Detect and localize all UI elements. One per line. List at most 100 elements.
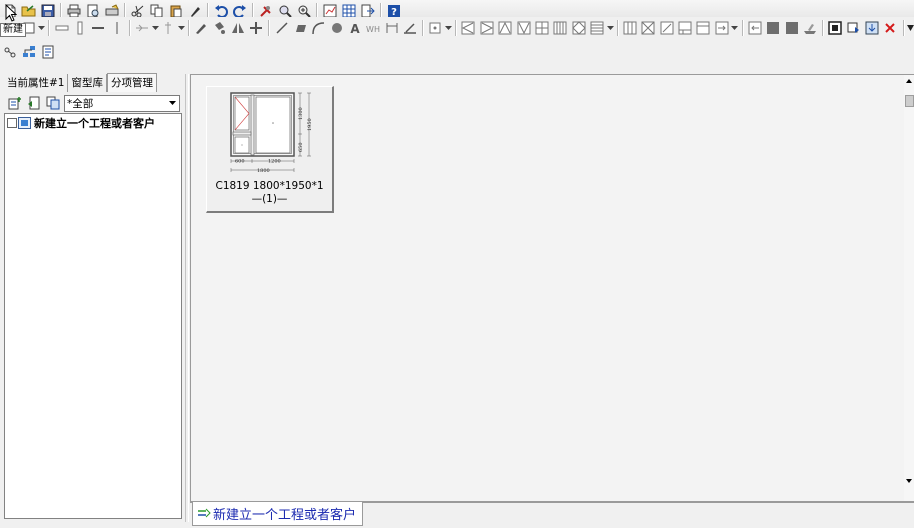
- diamond-button[interactable]: [569, 19, 587, 37]
- bucket-button[interactable]: [210, 19, 228, 37]
- design-canvas[interactable]: 600 1200 1800 1300 650 1950 C1819 1800*1…: [190, 74, 914, 502]
- chevron-down-icon: [906, 25, 914, 31]
- left-panel-tabs: 当前属性#1 窗型库 分项管理: [4, 73, 157, 92]
- line-button[interactable]: [272, 19, 290, 37]
- stack-dropdown[interactable]: [606, 19, 614, 37]
- svg-text:A: A: [350, 22, 360, 35]
- grid4-button[interactable]: [551, 19, 569, 37]
- scroll-thumb[interactable]: [905, 95, 914, 107]
- wh-button[interactable]: WH: [364, 19, 382, 37]
- tab-window-library[interactable]: 窗型库: [68, 74, 107, 92]
- tree-button[interactable]: [19, 43, 38, 61]
- move-button[interactable]: [247, 19, 265, 37]
- triangle-up-button[interactable]: [496, 19, 514, 37]
- grid-button[interactable]: [533, 19, 551, 37]
- toolbar-overflow[interactable]: [906, 19, 914, 37]
- chevron-down-icon: [151, 26, 159, 30]
- divide-v-icon: [116, 22, 118, 34]
- divide-h-button[interactable]: [89, 19, 107, 37]
- frame2-button[interactable]: [826, 19, 844, 37]
- chevron-down-icon: [38, 26, 46, 30]
- window-drawing: 600 1200 1800 1300 650 1950: [230, 92, 313, 174]
- arc-icon: [312, 22, 325, 35]
- filter-select-value: *全部: [67, 97, 94, 110]
- refresh-button[interactable]: [844, 19, 862, 37]
- cross-panel-button[interactable]: [639, 19, 657, 37]
- pen-button[interactable]: [192, 19, 210, 37]
- tab-current-properties[interactable]: 当前属性#1: [4, 74, 69, 92]
- move-icon: [250, 22, 263, 34]
- triangle-down-button[interactable]: [514, 19, 532, 37]
- arrow-right-button[interactable]: [713, 19, 731, 37]
- scroll-down-button[interactable]: [904, 475, 914, 487]
- add-project-button[interactable]: [6, 95, 24, 112]
- chevron-up-icon: [906, 79, 912, 83]
- arrow-dropdown[interactable]: [731, 19, 739, 37]
- sash-dropdown[interactable]: [151, 19, 159, 37]
- door-button[interactable]: [694, 19, 712, 37]
- frame2-icon: [828, 21, 843, 35]
- horizontal-bar-button[interactable]: [52, 19, 70, 37]
- zoom-icon: [279, 5, 292, 18]
- tree-item-checkbox[interactable]: [7, 118, 17, 128]
- tree-icon: [22, 46, 35, 57]
- document-button[interactable]: [38, 43, 57, 61]
- tab-item-management[interactable]: 分项管理: [106, 73, 157, 92]
- triangle-left-button[interactable]: [459, 19, 477, 37]
- copy-item-button[interactable]: [44, 95, 62, 112]
- shape-dropdown[interactable]: [444, 19, 453, 37]
- frame-dropdown[interactable]: [38, 19, 46, 37]
- document-tab[interactable]: 新建立一个工程或者客户: [192, 502, 364, 526]
- divide-v-button[interactable]: [107, 19, 125, 37]
- shape-button[interactable]: [426, 19, 444, 37]
- add-item-icon: [28, 96, 40, 110]
- window-code-label: C1819 1800*1950*1: [215, 180, 324, 192]
- filter-select[interactable]: *全部: [64, 94, 180, 112]
- vertical-bar-icon: [77, 21, 83, 35]
- tree-item-root[interactable]: 新建立一个工程或者客户: [5, 115, 181, 131]
- arc-button[interactable]: [309, 19, 327, 37]
- circle-button[interactable]: [327, 19, 345, 37]
- sash-button[interactable]: [133, 19, 151, 37]
- download-button[interactable]: [863, 19, 881, 37]
- print-setup-icon: [105, 3, 118, 15]
- document-tab-bar: 新建立一个工程或者客户: [190, 502, 914, 528]
- fill-dark-button[interactable]: [782, 19, 800, 37]
- fill-dark-icon: [785, 22, 798, 34]
- close-button[interactable]: [881, 19, 899, 37]
- link-button[interactable]: [0, 43, 19, 61]
- angle-dropdown[interactable]: [177, 19, 185, 37]
- triangle-right-button[interactable]: [478, 19, 496, 37]
- panel-splitter[interactable]: [185, 74, 189, 522]
- dim-button[interactable]: [383, 19, 401, 37]
- stack-button[interactable]: [588, 19, 606, 37]
- left-panel-toolbar: *全部: [6, 94, 180, 112]
- chevron-down-icon: [444, 26, 452, 30]
- rect-button[interactable]: [291, 19, 309, 37]
- svg-text:650: 650: [298, 142, 304, 152]
- vertical-scrollbar[interactable]: [904, 75, 914, 501]
- arrow-right-icon: [715, 21, 729, 35]
- x-panel-button[interactable]: [676, 19, 694, 37]
- angle-button[interactable]: [159, 19, 177, 37]
- chevron-down-icon[interactable]: [166, 96, 179, 111]
- chevron-down-icon: [731, 26, 739, 30]
- scroll-up-button[interactable]: [904, 75, 914, 87]
- project-tree[interactable]: 新建立一个工程或者客户: [4, 113, 182, 519]
- measure-button[interactable]: [401, 19, 419, 37]
- arrow-left-button[interactable]: [746, 19, 764, 37]
- close-icon: [885, 23, 896, 33]
- svg-text:1800: 1800: [257, 168, 270, 174]
- window-thumbnail-card[interactable]: 600 1200 1800 1300 650 1950 C1819 1800*1…: [206, 86, 334, 213]
- refresh-icon: [847, 22, 859, 33]
- vertical-bar-button[interactable]: [71, 19, 89, 37]
- triangle-up-icon: [498, 21, 512, 35]
- fill-button[interactable]: [764, 19, 782, 37]
- project-icon: [18, 117, 31, 129]
- mirror-button[interactable]: [229, 19, 247, 37]
- diamond-panel-button[interactable]: [658, 19, 676, 37]
- panel-button[interactable]: [621, 19, 639, 37]
- settings-button[interactable]: [801, 19, 819, 37]
- text-button[interactable]: A: [346, 19, 364, 37]
- add-item-button[interactable]: [25, 95, 43, 112]
